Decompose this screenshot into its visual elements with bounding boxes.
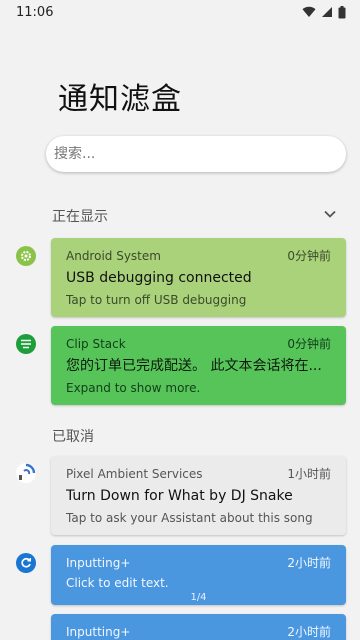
notification-text: Tap to turn off USB debugging — [66, 293, 247, 307]
notification-time: 0分钟前 — [287, 337, 331, 351]
chevron-down-icon[interactable] — [322, 206, 338, 222]
notification-card-inputting-2[interactable]: Inputting+ 2小时前 — [51, 614, 346, 640]
notification-time: 2小时前 — [287, 625, 331, 639]
battery-icon — [338, 5, 346, 18]
notification-title: USB debugging connected — [66, 270, 252, 286]
ambient-music-icon — [16, 463, 36, 483]
page-indicator: 1/4 — [190, 592, 207, 603]
notification-text: Expand to show more. — [66, 381, 201, 395]
refresh-icon — [16, 553, 36, 573]
signal-icon — [322, 7, 332, 17]
notification-app-name: Clip Stack — [66, 336, 126, 351]
wifi-icon — [302, 6, 316, 18]
notification-text: Click to edit text. — [66, 576, 169, 590]
notification-text: Tap to ask your Assistant about this son… — [66, 511, 313, 525]
notification-card-clip-stack[interactable]: Clip Stack 0分钟前 您的订单已完成配送。 此文本会话将在... Ex… — [51, 326, 346, 405]
notification-title: 您的订单已完成配送。 此文本会话将在... — [66, 358, 322, 374]
section-header-showing: 正在显示 — [52, 209, 108, 225]
status-time: 11:06 — [16, 4, 54, 20]
status-bar: 11:06 — [0, 0, 360, 24]
search-input[interactable] — [54, 146, 346, 162]
page-title: 通知滤盒 — [58, 82, 182, 117]
gear-icon — [16, 246, 36, 266]
notification-app-name: Android System — [66, 248, 161, 263]
status-icons — [302, 5, 346, 19]
notification-time: 1小时前 — [287, 467, 331, 481]
notification-card-inputting-1[interactable]: Inputting+ 2小时前 Click to edit text. 1/4 — [51, 545, 346, 605]
clipboard-list-icon — [16, 334, 36, 354]
notification-time: 2小时前 — [287, 556, 331, 570]
notification-title: Turn Down for What by DJ Snake — [66, 488, 293, 504]
notification-app-name: Inputting+ — [66, 624, 131, 639]
notification-card-pixel-ambient[interactable]: Pixel Ambient Services 1小时前 Turn Down fo… — [51, 456, 346, 535]
notification-time: 0分钟前 — [287, 249, 331, 263]
notification-card-android-system[interactable]: Android System 0分钟前 USB debugging connec… — [51, 238, 346, 317]
search-bar[interactable] — [46, 136, 346, 172]
notification-app-name: Pixel Ambient Services — [66, 466, 203, 481]
notification-app-name: Inputting+ — [66, 555, 131, 570]
section-header-cancelled: 已取消 — [52, 429, 94, 445]
